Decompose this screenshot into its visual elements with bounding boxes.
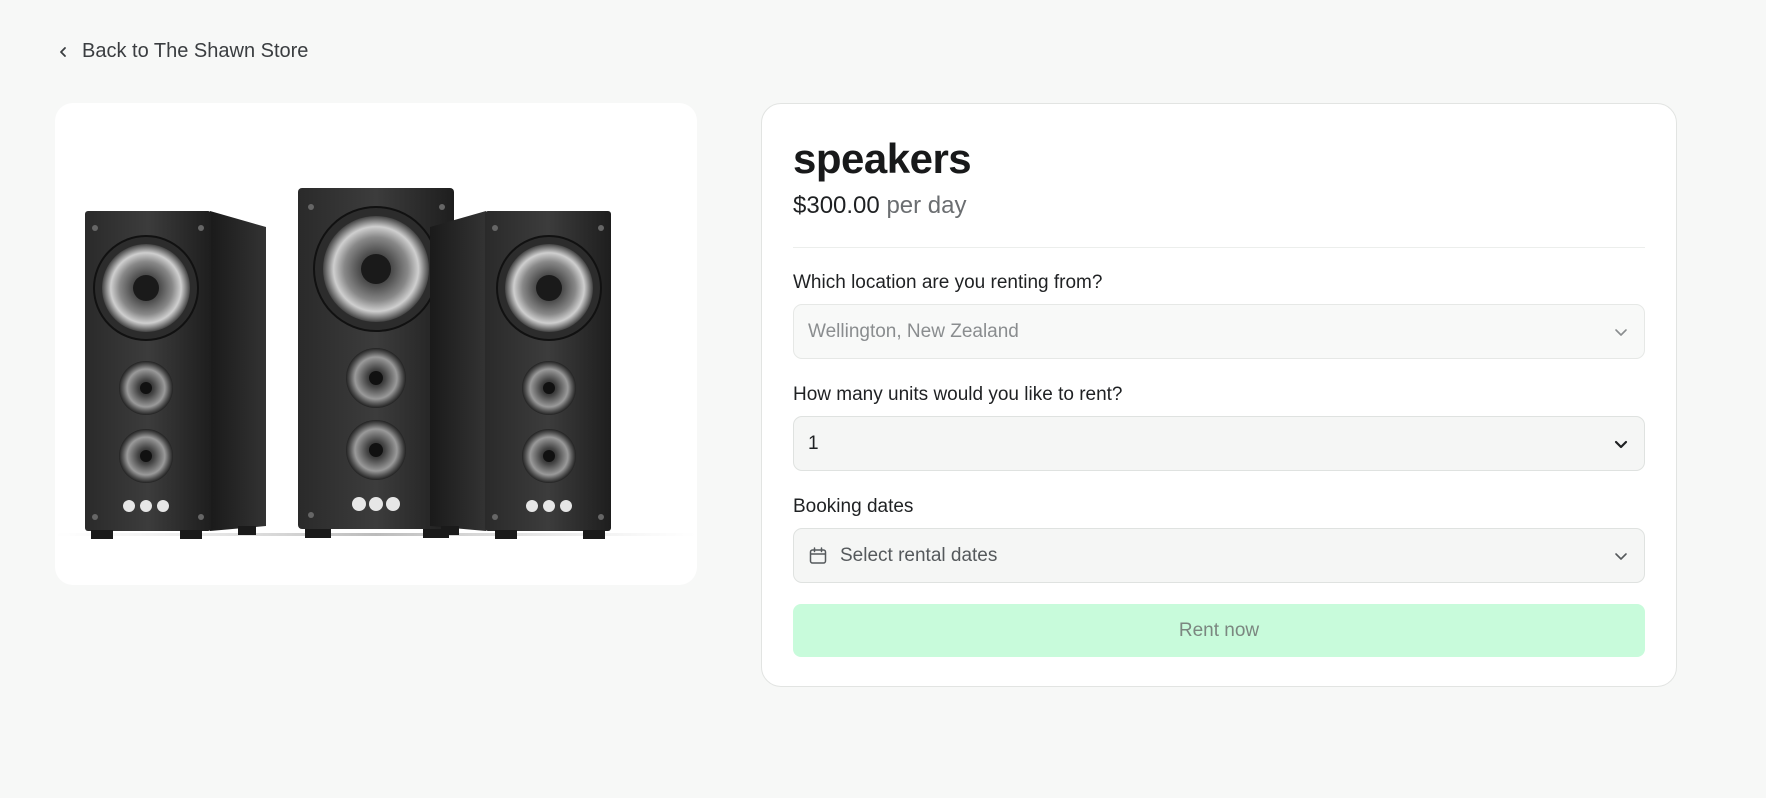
back-link-label: Back to The Shawn Store	[82, 40, 309, 62]
location-label: Which location are you renting from?	[793, 272, 1103, 293]
location-value: Wellington, New Zealand	[808, 320, 1019, 342]
chevron-down-icon	[1612, 323, 1630, 341]
product-image-card	[55, 103, 697, 585]
units-value: 1	[808, 432, 819, 454]
product-title: speakers	[793, 135, 972, 182]
booking-dates-placeholder: Select rental dates	[840, 544, 998, 566]
price-unit: per day	[886, 192, 967, 219]
rent-now-button[interactable]: Rent now	[793, 604, 1645, 657]
units-select[interactable]: 1	[793, 416, 1645, 471]
calendar-icon	[808, 546, 828, 566]
chevron-down-icon	[1612, 435, 1630, 453]
back-to-store-link[interactable]: Back to The Shawn Store	[56, 40, 308, 63]
divider	[793, 247, 1645, 248]
rental-form-card: speakers $300.00 per day Which location …	[761, 103, 1677, 687]
price-amount: $300.00	[793, 192, 880, 219]
location-select[interactable]: Wellington, New Zealand	[793, 304, 1645, 359]
price: $300.00 per day	[793, 192, 967, 220]
booking-dates-picker[interactable]: Select rental dates	[793, 528, 1645, 583]
chevron-left-icon	[56, 45, 70, 59]
chevron-down-icon	[1612, 547, 1630, 565]
booking-dates-label: Booking dates	[793, 496, 914, 517]
units-label: How many units would you like to rent?	[793, 384, 1123, 405]
product-image	[55, 188, 697, 539]
